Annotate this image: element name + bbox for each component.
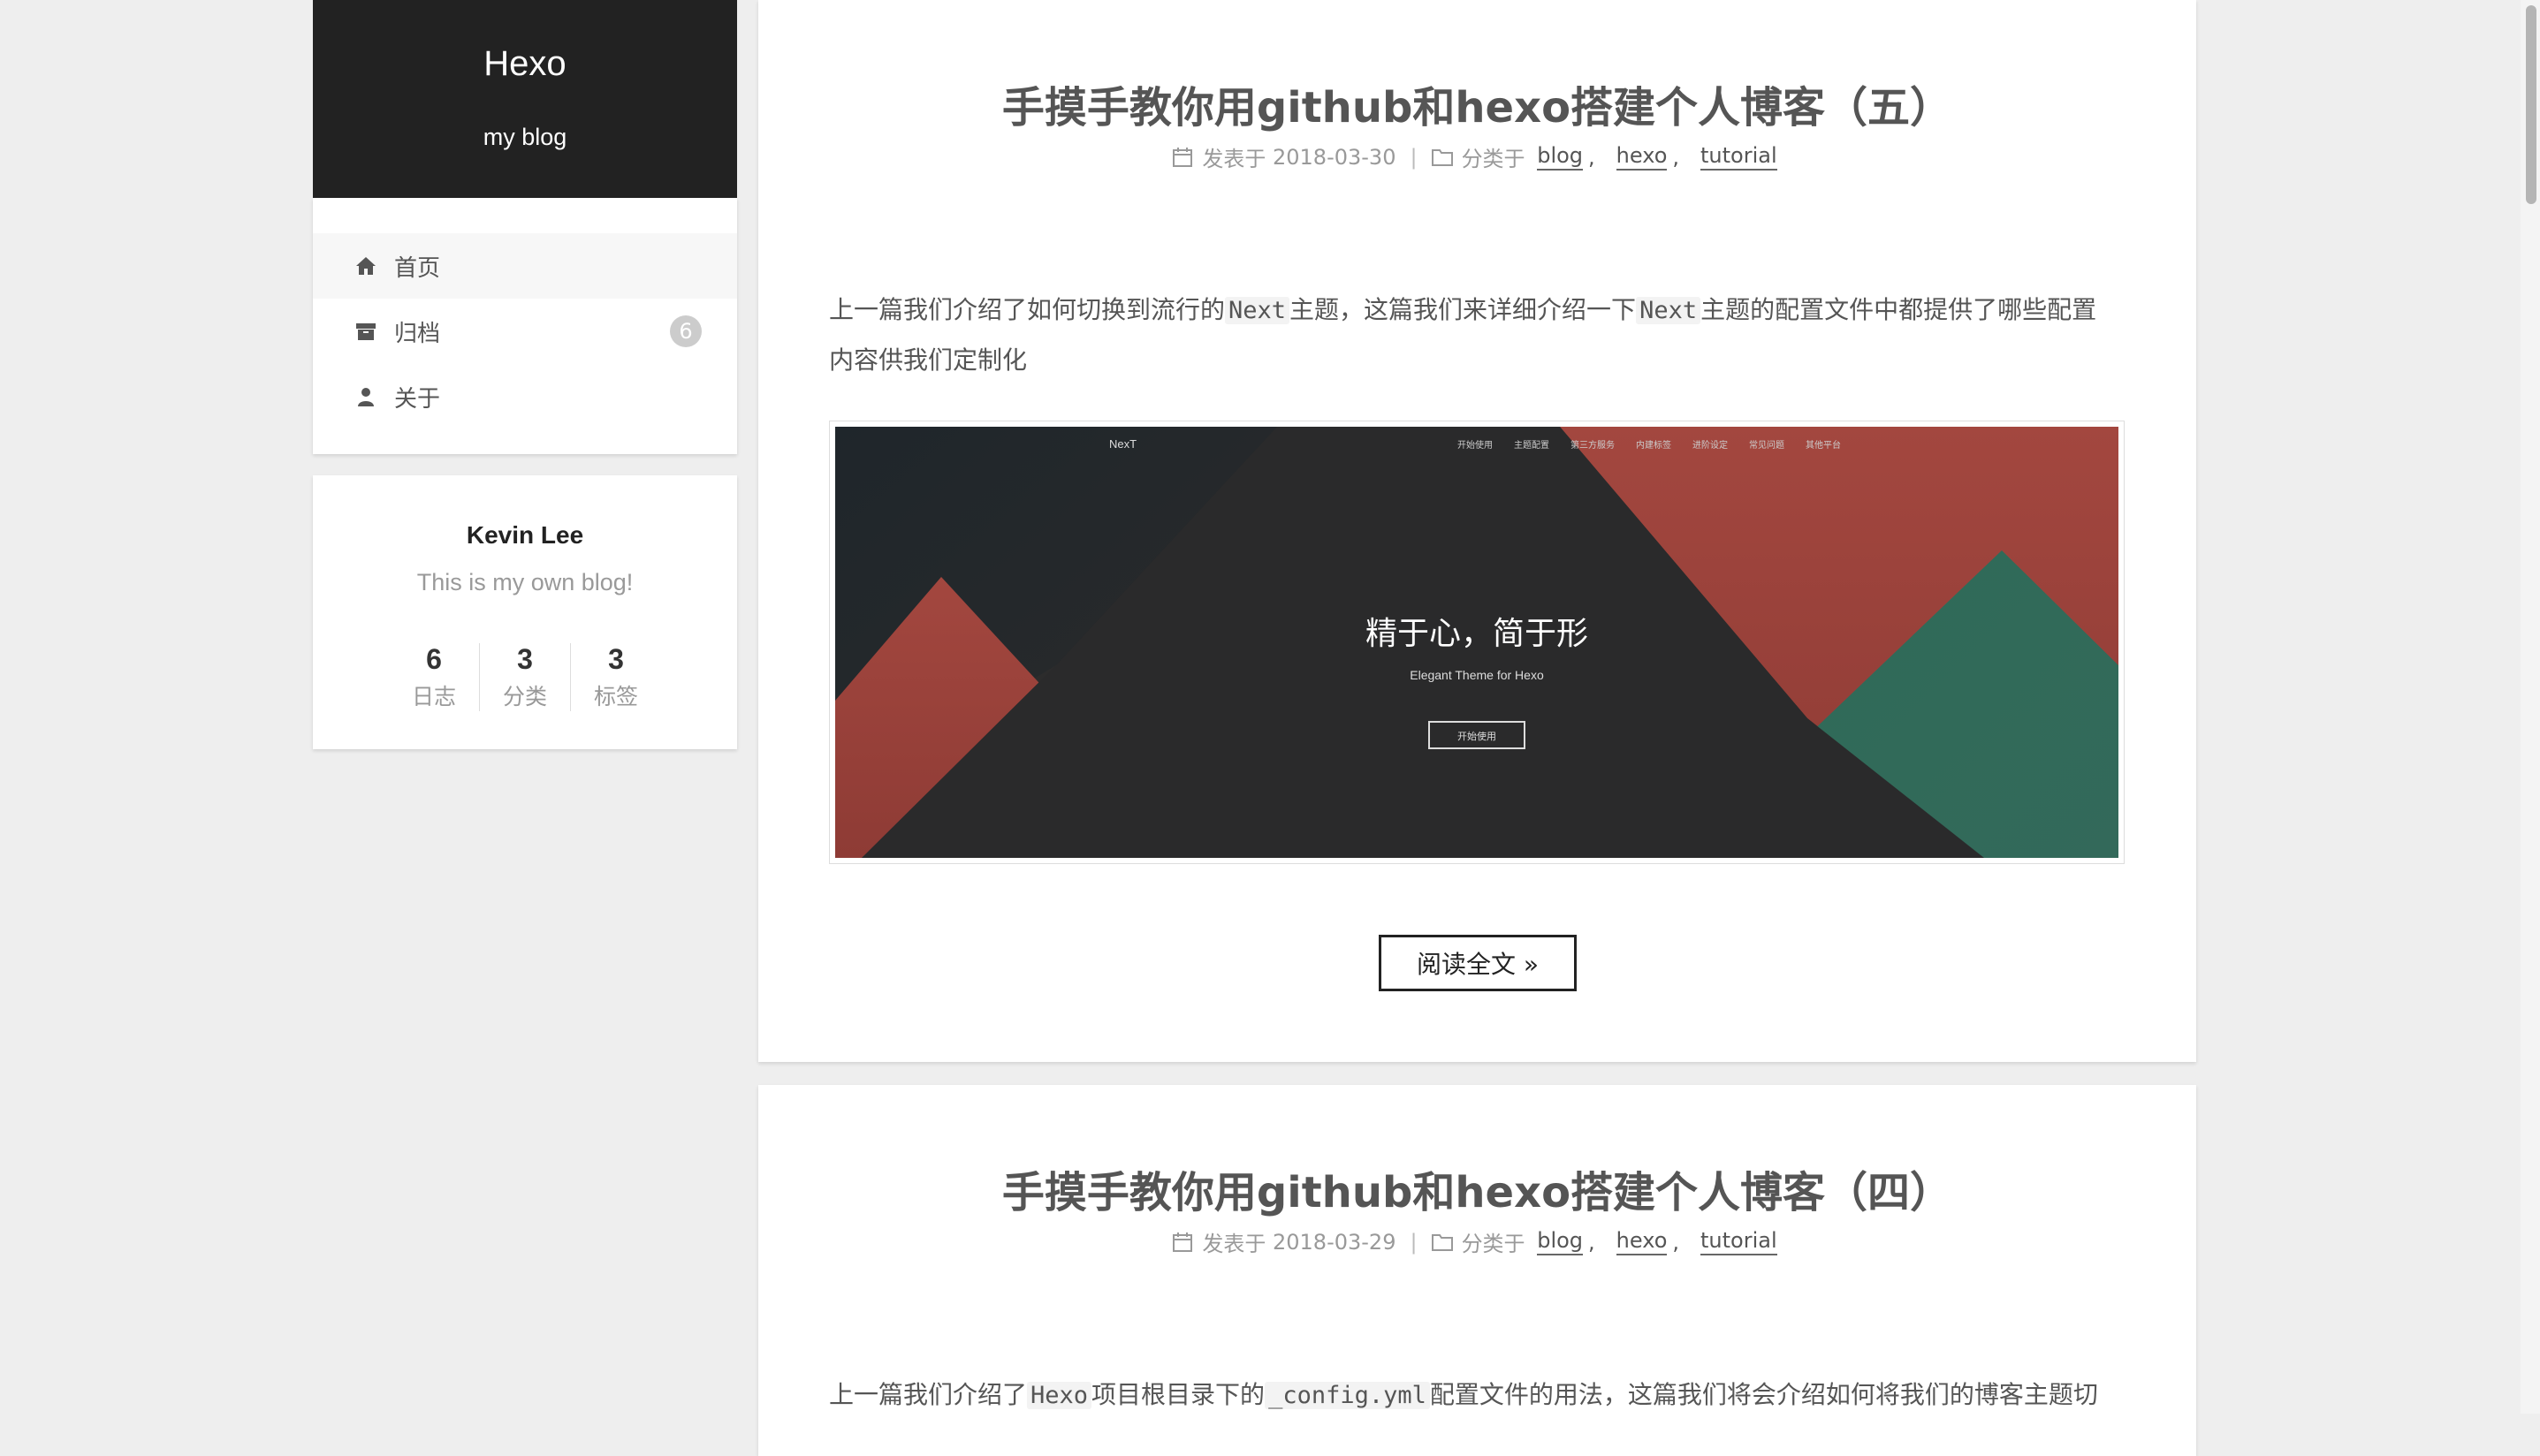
excerpt-text: 上一篇我们介绍了如何切换到流行的 [829,295,1226,324]
folder-icon [1431,1232,1453,1252]
banner-nav-item: 主题配置 [1514,440,1549,451]
calendar-icon [1172,147,1193,168]
author-description: This is my own blog! [416,569,634,595]
category-link-tutorial[interactable]: tutorial [1700,143,1777,171]
excerpt-text: 上一篇我们介绍了 [829,1380,1028,1409]
post-card: 手摸手教你用github和hexo搭建个人博客（五） 发表于 2018-03-3… [758,0,2196,1062]
banner-nav-item: 开始使用 [1457,439,1493,451]
post-excerpt: 上一篇我们介绍了如何切换到流行的 Next 主题，这篇我们来详细介绍一下 Next 主题… [829,285,2126,385]
inline-code: Next [1636,297,1701,324]
inline-code: _config.yml [1265,1382,1430,1409]
home-icon [354,254,378,278]
banner-nav-item: 第三方服务 [1570,439,1615,451]
site-stats: 6 日志 3 分类 3 标签 [313,643,737,711]
category-link-tutorial[interactable]: tutorial [1700,1228,1777,1255]
banner-nav: 开始使用 主题配置 第三方服务 内建标签 进阶设定 常见问题 其他平台 [1457,439,1841,451]
post-date: 2018-03-30 [1272,144,1396,170]
banner-nav-item: 其他平台 [1806,439,1841,451]
banner-nav-item: 进阶设定 [1692,439,1728,451]
excerpt-text: 项目根目录下的 [1091,1380,1266,1409]
menu-item-home[interactable]: 首页 [313,233,737,299]
user-icon [354,384,378,409]
site-menu: 首页 归档 6 关于 [313,198,737,454]
excerpt-text: 主题的配置文件中都提供了哪些配置 [1700,295,2097,324]
site-brand: Hexo my blog [313,0,737,198]
category-link-blog[interactable]: blog [1537,143,1584,171]
post-meta: 发表于 2018-03-29 | 分类于 blog, hexo, tutoria… [758,1226,2196,1257]
read-more-button[interactable]: 阅读全文 » [1379,935,1577,991]
inline-code: Next [1225,297,1290,324]
archive-icon [354,319,378,344]
excerpt-text: 配置文件的用法，这篇我们将会介绍如何将我们的博客主题切 [1429,1380,2098,1409]
site-subtitle: my blog [483,124,567,150]
post-card: 手摸手教你用github和hexo搭建个人博客（四） 发表于 2018-03-2… [758,1085,2196,1456]
posted-prefix: 发表于 [1202,1232,1266,1256]
stat-tags[interactable]: 3 标签 [570,643,661,711]
category-prefix: 分类于 [1461,147,1525,171]
category-link-blog[interactable]: blog [1537,1228,1584,1255]
stat-count: 3 [517,643,533,675]
next-theme-banner: NexT 开始使用 主题配置 第三方服务 内建标签 进阶设定 常见问题 其他平台… [835,427,2118,858]
calendar-icon [1172,1232,1193,1253]
category-link-hexo[interactable]: hexo [1616,143,1668,171]
menu-item-label: 首页 [394,254,441,282]
inline-code: Hexo [1027,1382,1092,1409]
folder-icon [1431,148,1453,167]
category-prefix: 分类于 [1461,1232,1525,1256]
menu-item-archives[interactable]: 归档 6 [313,299,737,364]
page-scrollbar[interactable] [2521,0,2540,1414]
scrollbar-thumb[interactable] [2526,5,2536,204]
post-title[interactable]: 手摸手教你用github和hexo搭建个人博客（四） [758,1157,2196,1219]
author-profile: Kevin Lee This is my own blog! 6 日志 3 分类… [313,475,737,749]
meta-divider: | [1410,144,1418,170]
post-title[interactable]: 手摸手教你用github和hexo搭建个人博客（五） [758,72,2196,134]
menu-item-label: 归档 [394,320,441,347]
author-name: Kevin Lee [466,521,584,549]
excerpt-text: 内容供我们定制化 [829,345,1028,375]
stat-posts[interactable]: 6 日志 [389,643,479,711]
post-cover-image[interactable]: NexT 开始使用 主题配置 第三方服务 内建标签 进阶设定 常见问题 其他平台… [829,421,2125,864]
menu-item-label: 关于 [394,385,441,413]
stat-count: 6 [426,643,442,675]
banner-tagline: Elegant Theme for Hexo [1410,668,1544,682]
stat-count: 3 [608,643,624,675]
post-excerpt: 上一篇我们介绍了 Hexo 项目根目录下的 _config.yml 配置文件的用法，这篇… [829,1370,2126,1421]
stat-label: 日志 [411,684,456,709]
banner-brand: NexT [1109,437,1137,451]
menu-item-about[interactable]: 关于 [313,364,737,429]
post-date: 2018-03-29 [1272,1229,1396,1255]
meta-divider: | [1410,1229,1418,1255]
banner-nav-item: 内建标签 [1636,439,1671,451]
posted-prefix: 发表于 [1202,147,1266,171]
banner-nav-item: 常见问题 [1749,439,1784,451]
archive-count-badge: 6 [670,315,702,347]
excerpt-text: 主题，这篇我们来详细介绍一下 [1289,295,1637,324]
banner-button-label: 开始使用 [1457,730,1496,742]
category-link-hexo[interactable]: hexo [1616,1228,1668,1255]
banner-headline: 精于心，简于形 [1365,616,1588,652]
stat-categories[interactable]: 3 分类 [479,643,570,711]
post-meta: 发表于 2018-03-30 | 分类于 blog, hexo, tutoria… [758,141,2196,172]
stat-label: 分类 [502,684,547,709]
stat-label: 标签 [593,684,638,709]
site-title[interactable]: Hexo [313,44,737,84]
